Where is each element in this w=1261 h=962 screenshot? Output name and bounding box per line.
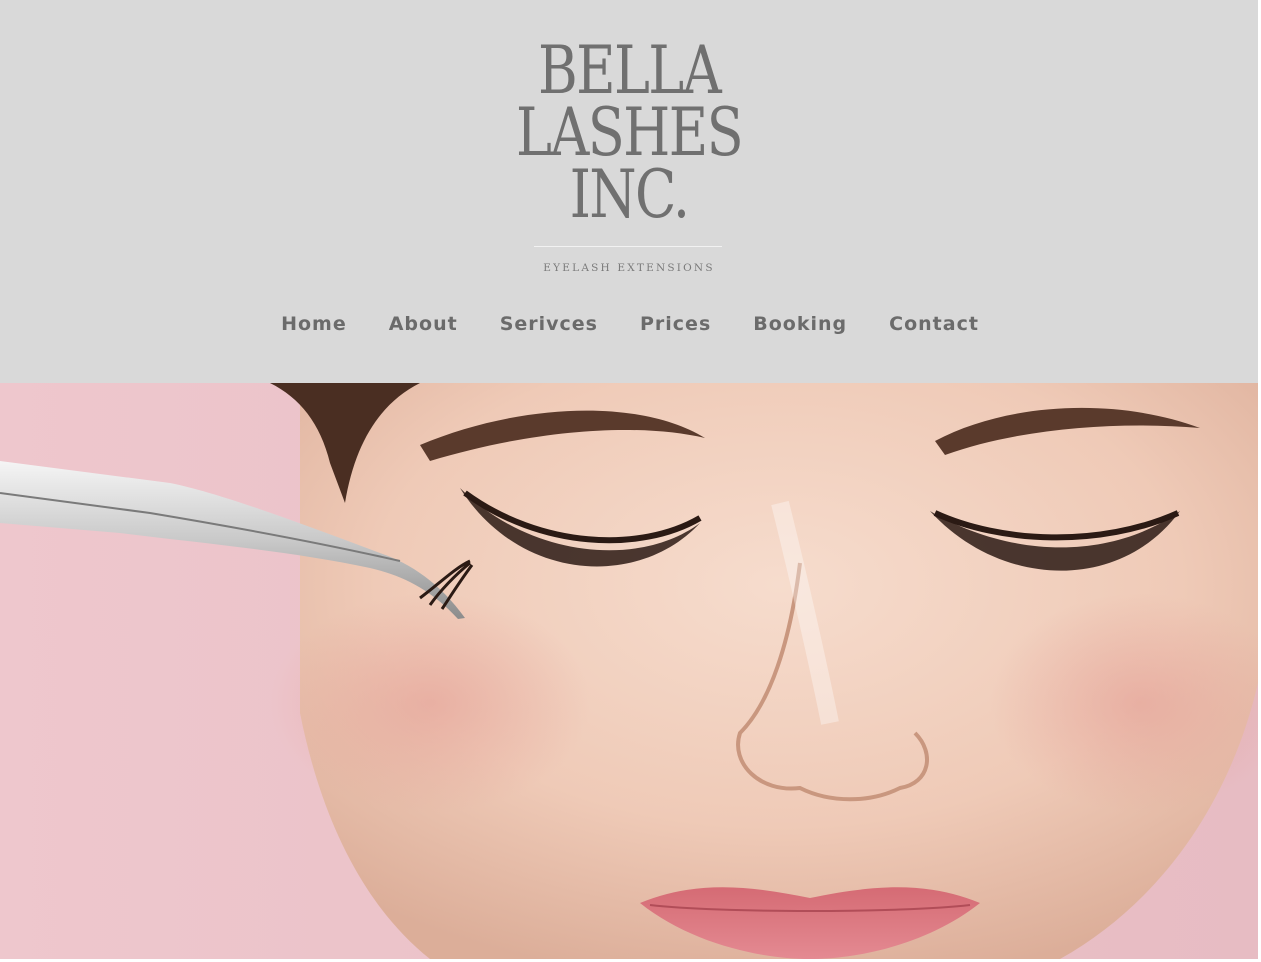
hero-image [0,383,1258,959]
nav-item-about[interactable]: About [387,313,458,335]
logo-divider [534,246,722,247]
logo-tagline: EYELASH EXTENSIONS [543,262,715,274]
nav-item-prices[interactable]: Prices [638,313,711,335]
nav-item-booking[interactable]: Booking [751,313,847,335]
page: BELLA LASHES INC. EYELASH EXTENSIONS Hom… [0,0,1261,962]
hero-illustration [0,383,1258,959]
logo-line-2: LASHES [515,94,744,171]
nav-item-services[interactable]: Serivces [498,313,598,335]
logo[interactable]: BELLA LASHES INC. [0,32,1258,233]
site-header: BELLA LASHES INC. EYELASH EXTENSIONS Hom… [0,0,1258,383]
main-nav: Home About Serivces Prices Booking Conta… [0,313,1258,335]
logo-line-1: BELLA [537,32,722,109]
logo-line-3: INC. [569,156,691,233]
nav-item-contact[interactable]: Contact [887,313,979,335]
nav-item-home[interactable]: Home [279,313,347,335]
